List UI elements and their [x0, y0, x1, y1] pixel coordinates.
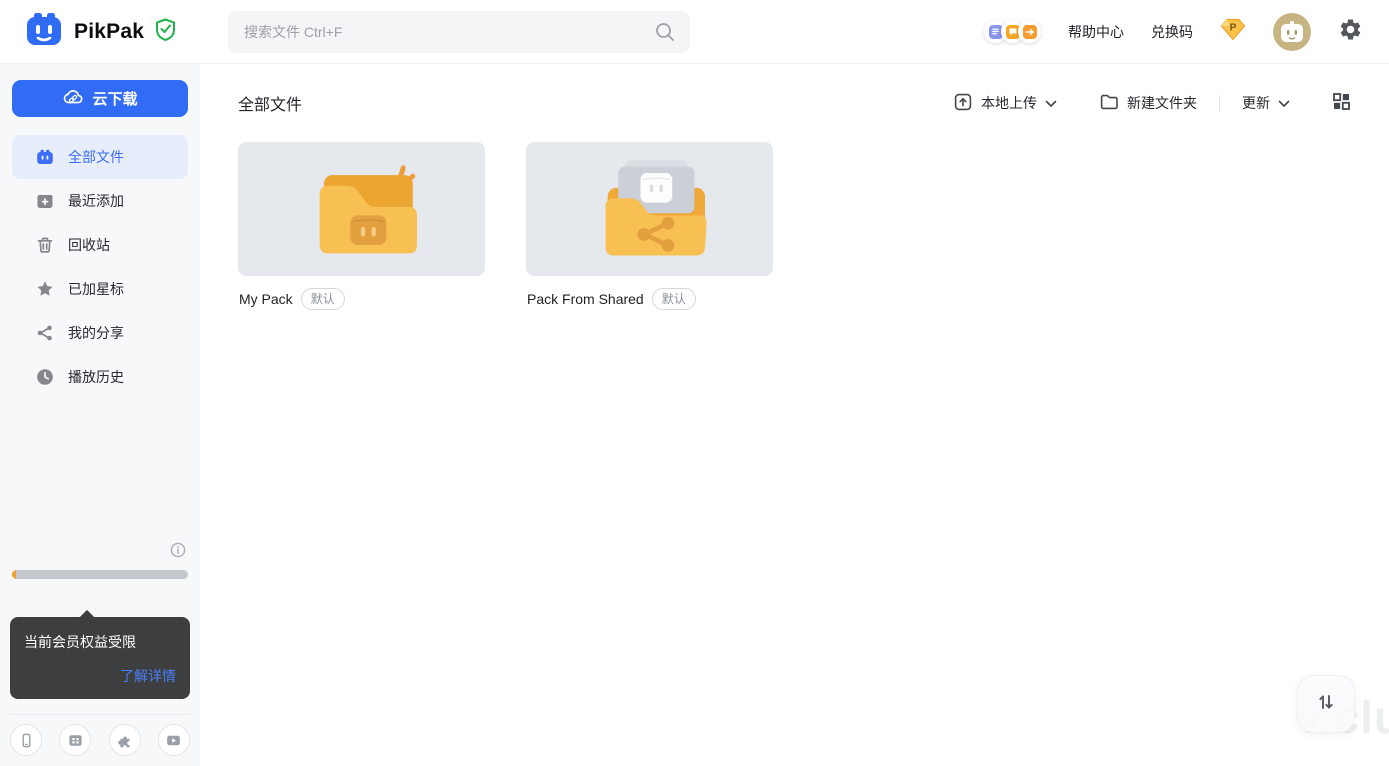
local-upload-label: 本地上传: [981, 93, 1037, 113]
storage-progress-bar: [12, 570, 188, 579]
update-label: 更新: [1242, 93, 1270, 113]
chevron-down-icon: [1278, 95, 1290, 111]
topbar: PikPak: [0, 0, 1389, 64]
local-upload-button[interactable]: 本地上传: [953, 92, 1057, 115]
pikpak-logo-icon: [24, 9, 64, 54]
info-icon[interactable]: [170, 542, 186, 563]
search-box: [228, 11, 690, 53]
cloud-download-label: 云下载: [92, 88, 137, 109]
sidebar-item-label: 我的分享: [68, 323, 124, 343]
forward-icon[interactable]: [1018, 20, 1041, 43]
shared-folder-icon: [579, 154, 721, 264]
folder-card-thumbnail[interactable]: [238, 142, 485, 276]
sidebar-item-label: 已加星标: [68, 279, 124, 299]
storage-usage: [0, 542, 200, 579]
folder-card-thumbnail[interactable]: [526, 142, 773, 276]
topbar-actions: 帮助中心 兑换码 P: [984, 13, 1389, 51]
toolbar-divider: [1219, 95, 1220, 111]
sort-button[interactable]: [1297, 675, 1355, 733]
new-folder-button[interactable]: 新建文件夹: [1099, 92, 1197, 115]
sidebar-item-label: 播放历史: [68, 367, 124, 387]
settings-gear-icon[interactable]: [1338, 17, 1363, 47]
svg-text:P: P: [1230, 22, 1237, 33]
brand-name: PikPak: [74, 20, 144, 44]
membership-tooltip: 当前会员权益受限 了解详情: [10, 617, 190, 699]
sidebar-item-recently-added[interactable]: 最近添加: [12, 179, 188, 223]
default-badge: 默认: [652, 288, 696, 310]
grid-view-icon: [1332, 92, 1351, 114]
video-channel-icon[interactable]: [158, 724, 190, 756]
grid-view-toggle[interactable]: [1332, 92, 1351, 114]
avatar[interactable]: [1273, 13, 1311, 51]
sort-order-icon: [1315, 691, 1337, 718]
search-icon[interactable]: [654, 21, 676, 48]
folder-card-pack-from-shared: Pack From Shared 默认: [526, 142, 773, 310]
folder-icon: [1099, 92, 1119, 115]
chevron-down-icon: [1045, 95, 1057, 111]
folder-grid: My Pack 默认: [238, 142, 1351, 310]
sidebar-item-recycle-bin[interactable]: 回收站: [12, 223, 188, 267]
upload-icon: [953, 92, 973, 115]
share-icon: [36, 324, 54, 342]
trash-icon: [36, 236, 54, 254]
mobile-app-icon[interactable]: [10, 724, 42, 756]
learn-more-link[interactable]: 了解详情: [24, 666, 176, 686]
search-input[interactable]: [228, 11, 690, 53]
page-title: 全部文件: [238, 91, 302, 115]
tv-app-icon[interactable]: [59, 724, 91, 756]
sidebar-item-play-history[interactable]: 播放历史: [12, 355, 188, 399]
sidebar: 云下载 全部文件: [0, 64, 200, 766]
sidebar-item-label: 全部文件: [68, 147, 124, 167]
quick-badges: [984, 20, 1041, 43]
sidebar-item-starred[interactable]: 已加星标: [12, 267, 188, 311]
cloud-link-icon: [62, 88, 84, 110]
sidebar-item-label: 回收站: [68, 235, 110, 255]
redeem-code-link[interactable]: 兑换码: [1151, 22, 1193, 42]
toolbar: 本地上传 新建文件夹: [953, 92, 1351, 115]
add-box-icon: [36, 192, 54, 210]
sidebar-item-all-files[interactable]: 全部文件: [12, 135, 188, 179]
premium-gem-icon[interactable]: P: [1220, 18, 1246, 46]
membership-tooltip-message: 当前会员权益受限: [24, 632, 176, 652]
default-badge: 默认: [301, 288, 345, 310]
folder-name: My Pack: [239, 291, 293, 307]
storage-progress-fill: [12, 570, 16, 579]
cloud-download-button[interactable]: 云下载: [12, 80, 188, 117]
star-icon: [36, 280, 54, 298]
folder-name: Pack From Shared: [527, 291, 644, 307]
default-folder-icon: [291, 154, 433, 264]
sidebar-item-label: 最近添加: [68, 191, 124, 211]
browser-extension-icon[interactable]: [109, 724, 141, 756]
sidebar-item-my-shares[interactable]: 我的分享: [12, 311, 188, 355]
update-button[interactable]: 更新: [1242, 93, 1290, 113]
new-folder-label: 新建文件夹: [1127, 93, 1197, 113]
robot-box-icon: [36, 148, 54, 166]
main-content: 全部文件 本地上传: [200, 64, 1389, 766]
platform-links: [0, 715, 200, 756]
history-clock-icon: [36, 368, 54, 386]
pikpak-app: PikPak: [0, 0, 1389, 766]
help-center-link[interactable]: 帮助中心: [1068, 22, 1124, 42]
security-shield-icon[interactable]: [154, 17, 177, 47]
folder-card-my-pack: My Pack 默认: [238, 142, 485, 310]
brand[interactable]: PikPak: [0, 9, 200, 54]
